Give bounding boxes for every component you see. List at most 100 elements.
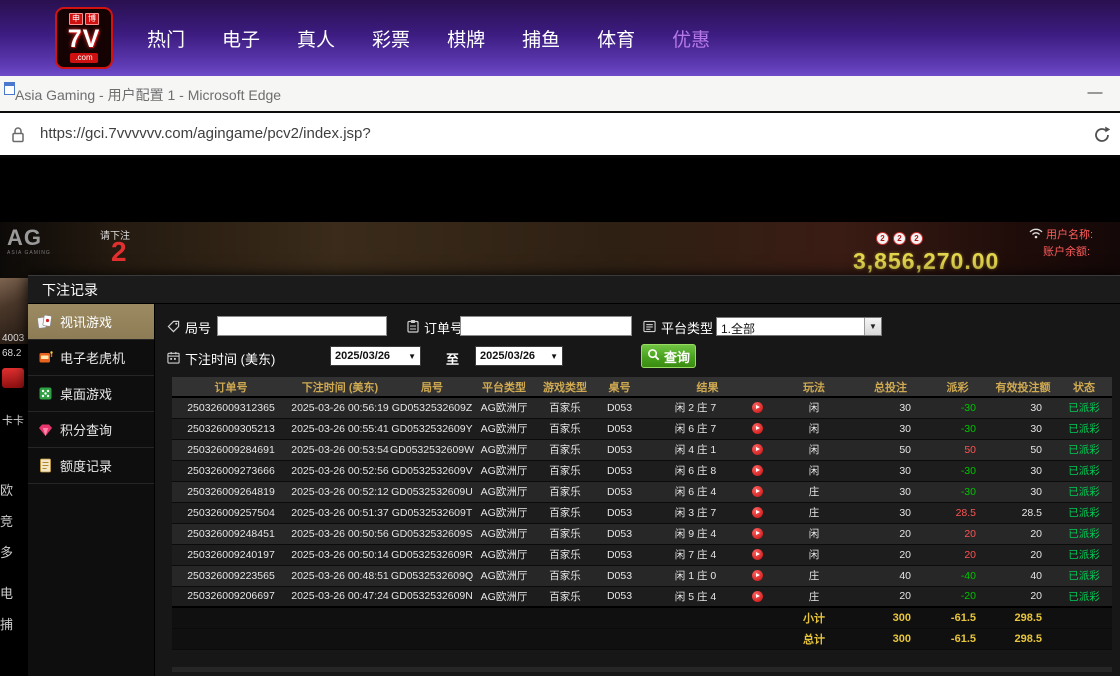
cell-valid: 30 <box>990 397 1056 418</box>
nav-item-6[interactable]: 捕鱼 <box>522 25 560 52</box>
column-header: 下注时间 (美东) <box>290 377 390 397</box>
chip: 2 <box>910 232 923 245</box>
summary-payout: -61.5 <box>925 607 990 628</box>
nav-item-5[interactable]: 棋牌 <box>447 25 485 52</box>
column-header: 局号 <box>390 377 474 397</box>
left-edge-strip: 4003 68.2 卡卡 欧 竞 多 电 捕 <box>0 158 28 676</box>
cell-game: 百家乐 <box>534 397 596 418</box>
summary-bet: 300 <box>856 628 925 649</box>
refresh-icon[interactable] <box>1092 125 1112 150</box>
replay-icon[interactable] <box>752 486 763 497</box>
replay-icon[interactable] <box>752 570 763 581</box>
cell-round: GD0532532609V <box>390 460 474 481</box>
site-logo[interactable]: 申 博 7V .com <box>55 7 113 69</box>
cell-game: 百家乐 <box>534 502 596 523</box>
cell-result: 闲 1 庄 0 <box>643 565 772 586</box>
cell-round: GD0532532609Z <box>390 397 474 418</box>
order-input[interactable] <box>460 316 632 336</box>
sidebar-item-4[interactable]: 积分查询 <box>28 412 154 448</box>
cell-result: 闲 9 庄 4 <box>643 523 772 544</box>
replay-icon[interactable] <box>752 507 763 518</box>
subtotal-row: 小计300-61.5298.5 <box>172 607 1112 628</box>
sidebar-item-2[interactable]: 电子老虎机 <box>28 340 154 376</box>
cell-play: 庄 <box>772 586 856 607</box>
cell-valid: 20 <box>990 523 1056 544</box>
site-top-bar: 申 博 7V .com 热门 电子 真人 彩票 棋牌 捕鱼 体育 优惠 <box>0 0 1120 76</box>
cell-table: D053 <box>596 397 643 418</box>
search-button[interactable]: 查询 <box>641 344 696 368</box>
cell-time: 2025-03-26 00:51:37 <box>290 502 390 523</box>
nav-item-8[interactable]: 优惠 <box>672 25 710 52</box>
cell-valid: 30 <box>990 460 1056 481</box>
left-menu-fragment: 电 <box>0 583 13 602</box>
replay-icon[interactable] <box>752 591 763 602</box>
platform-select[interactable]: 1.全部 ▼ <box>716 317 882 336</box>
table-row: 2503260093123652025-03-26 00:56:19GD0532… <box>172 397 1112 418</box>
panel-main: 局号 订单号 平台类型 1.全部 ▼ <box>155 304 1120 676</box>
cell-platform: AG欧洲厅 <box>474 565 534 586</box>
lock-icon[interactable] <box>11 126 25 148</box>
cell-time: 2025-03-26 00:53:54 <box>290 439 390 460</box>
platform-label-text: 平台类型 <box>661 318 713 337</box>
summary-valid: 298.5 <box>990 607 1056 628</box>
cell-table: D053 <box>596 460 643 481</box>
date-to-picker[interactable]: 2025/03/26 ▼ <box>475 346 563 366</box>
cell-order: 250326009257504 <box>172 502 290 523</box>
sidebar-item-3[interactable]: 桌面游戏 <box>28 376 154 412</box>
sidebar-item-5[interactable]: 额度记录 <box>28 448 154 484</box>
nav-item-1[interactable]: 热门 <box>147 25 185 52</box>
cell-game: 百家乐 <box>534 544 596 565</box>
cell-play: 庄 <box>772 502 856 523</box>
column-header: 派彩 <box>925 377 990 397</box>
nav-item-3[interactable]: 真人 <box>297 25 335 52</box>
cell-round: GD0532532609Y <box>390 418 474 439</box>
nav-item-7[interactable]: 体育 <box>597 25 635 52</box>
left-fragment: 68.2 <box>2 348 21 359</box>
replay-icon[interactable] <box>752 465 763 476</box>
replay-icon[interactable] <box>752 402 763 413</box>
cell-payout: 20 <box>925 523 990 544</box>
cell-valid: 20 <box>990 544 1056 565</box>
left-fragment: 卡卡 <box>2 412 24 428</box>
left-menu-fragment: 竞 <box>0 511 13 530</box>
magnifier-icon <box>647 348 660 364</box>
nav-item-4[interactable]: 彩票 <box>372 25 410 52</box>
cell-payout: -20 <box>925 586 990 607</box>
cell-game: 百家乐 <box>534 565 596 586</box>
cell-status: 已派彩 <box>1056 523 1112 544</box>
red-card-icon <box>2 368 24 388</box>
replay-icon[interactable] <box>752 528 763 539</box>
minimize-button[interactable]: — <box>1078 78 1112 108</box>
summary-label: 总计 <box>772 628 856 649</box>
cell-status: 已派彩 <box>1056 418 1112 439</box>
date-filter-label: 下注时间 (美东) <box>167 349 275 368</box>
result-text: 闲 6 庄 4 <box>675 486 716 498</box>
date-from-picker[interactable]: 2025/03/26 ▼ <box>330 346 421 366</box>
bottom-scroll-strip[interactable] <box>172 667 1112 672</box>
slot-machine-icon <box>37 350 53 365</box>
address-url[interactable]: https://gci.7vvvvvv.com/agingame/pcv2/in… <box>40 125 371 142</box>
cell-bet: 30 <box>856 397 925 418</box>
date-label-text: 下注时间 (美东) <box>185 349 275 368</box>
cell-order: 250326009264819 <box>172 481 290 502</box>
gem-icon <box>37 423 53 437</box>
cell-valid: 40 <box>990 565 1056 586</box>
calendar-icon <box>167 351 180 367</box>
replay-icon[interactable] <box>752 444 763 455</box>
sidebar-item-label: 电子老虎机 <box>60 348 125 367</box>
replay-icon[interactable] <box>752 549 763 560</box>
table-row: 2503260092736662025-03-26 00:52:56GD0532… <box>172 460 1112 481</box>
round-input[interactable] <box>217 316 387 336</box>
result-text: 闲 9 庄 4 <box>675 528 716 540</box>
casino-video-strip: AG ASIA GAMING 请下注 2 2 2 2 3,856,270.00 … <box>0 222 1120 278</box>
replay-icon[interactable] <box>752 423 763 434</box>
cell-table: D053 <box>596 439 643 460</box>
left-menu-fragment: 多 <box>0 542 13 561</box>
cell-order: 250326009312365 <box>172 397 290 418</box>
logo-badge-shen: 申 <box>69 13 83 25</box>
chip: 2 <box>893 232 906 245</box>
user-name-label: 用户名称: <box>1046 226 1093 242</box>
cell-play: 闲 <box>772 460 856 481</box>
nav-item-2[interactable]: 电子 <box>222 25 260 52</box>
sidebar-item-1[interactable]: 视讯游戏 <box>28 304 154 340</box>
